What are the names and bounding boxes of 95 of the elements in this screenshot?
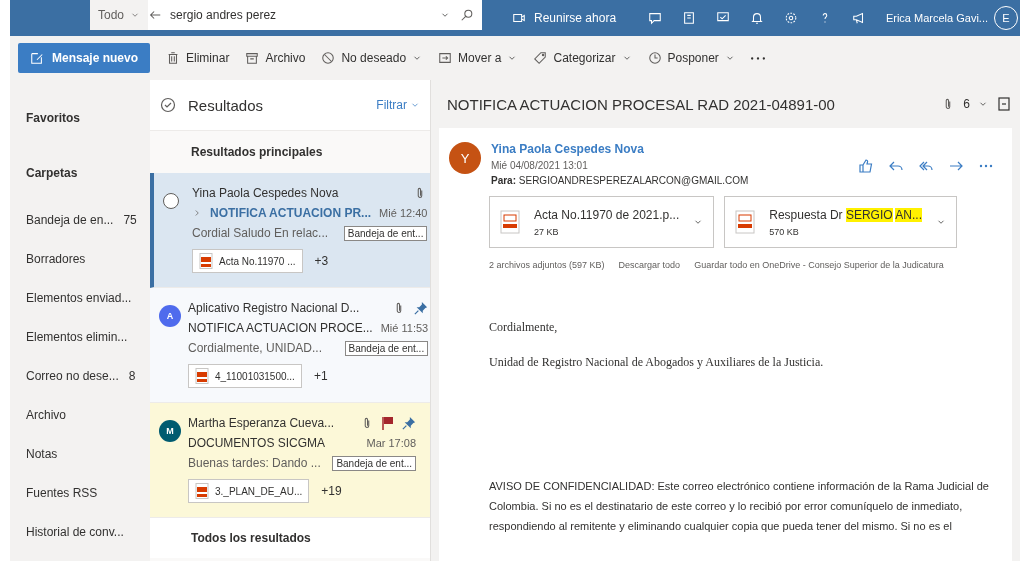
select-all-icon <box>160 97 176 113</box>
folder-item[interactable]: Notas <box>26 446 58 461</box>
message-date: Mié 12:40 <box>379 207 428 219</box>
message-preview: Cordialmente, UNIDAD... <box>188 341 324 355</box>
attachment-card[interactable]: Respuesta Dr SERGIO AN... 570 KB <box>724 196 957 248</box>
search-icon <box>460 8 474 22</box>
sender-name: Yina Paola Cespedes Nova <box>192 186 340 200</box>
reading-pane-icon <box>996 96 1012 112</box>
pin-icon[interactable] <box>402 416 416 430</box>
message-subject: NOTIFICA ACTUACION PROCE... <box>188 321 373 335</box>
section-header: Todos los resultados <box>191 531 311 545</box>
folder-item[interactable]: Bandeja de en... <box>26 212 114 227</box>
email-subject: NOTIFICA ACTUACION PROCESAL RAD 2021-04891-00 <box>447 95 836 113</box>
message-subject: DOCUMENTOS SICGMA <box>188 436 327 450</box>
thumbs-up-icon <box>858 158 874 174</box>
unread-count: 75 <box>123 212 137 227</box>
body-paragraph: Unidad de Registro Nacional de Abogados y Auxiliares de la Justicia. <box>489 355 825 370</box>
folder-item[interactable]: Historial de conv... <box>26 524 124 539</box>
archive-icon <box>245 51 260 65</box>
toolbar-button[interactable]: Posponer <box>647 51 735 65</box>
select-radio[interactable] <box>163 193 179 209</box>
toolbar-button[interactable]: No deseado <box>321 51 423 65</box>
chat-icon <box>648 11 663 25</box>
message-subject: NOTIFICA ACTUACION PR... <box>210 206 372 220</box>
unread-count: 8 <box>128 368 136 383</box>
save-onedrive-link[interactable]: Guardar todo en OneDrive - Consejo Superior de la Judicatura <box>694 260 944 270</box>
folder-item[interactable]: Correo no dese... <box>26 368 119 383</box>
body-paragraph: Cordialmente, <box>489 320 559 335</box>
list-title: Resultados <box>188 96 265 114</box>
message-item[interactable]: A Aplicativo Registro Nacional D... NOTIFICA ACTUACION PROCE... Mié 11:53 Cordialmente, UNIDAD... Bandeja de ent... 4_11001031500... +1 <box>150 288 430 403</box>
message-preview: Buenas tardes: Dando ... <box>188 456 322 470</box>
attachment-chip[interactable]: 4_11001031500... <box>188 364 302 388</box>
sender-name: Aplicativo Registro Nacional D... <box>188 301 361 315</box>
user-name[interactable]: Erica Marcela Gavi... <box>885 12 988 24</box>
more-attachments-count: +19 <box>321 484 342 498</box>
pdf-file-icon <box>735 210 756 234</box>
search-query[interactable]: sergio andres perez <box>162 8 440 22</box>
to-label: Para: <box>491 175 516 186</box>
body-paragraph: AVISO DE CONFIDENCIALIDAD: Este correo electrónico contiene información de la Rama Judicial de Colombia. Si no es el destinatario de este correo y lo recibió por error comuníquelo de inmediato, respondiendo al remitente y eliminando cualquier copia que pueda tener del mismo. Si no es el <box>489 479 990 534</box>
folder-item[interactable]: Archivo <box>26 407 66 422</box>
recipient-address: SERGIOANDRESPEREZALARCON@GMAIL.COM <box>518 175 749 186</box>
message-date: Mié 11:53 <box>380 322 429 334</box>
nav-header[interactable]: Carpetas <box>26 165 78 180</box>
attachment-count[interactable]: 6 <box>963 97 970 111</box>
sender-name[interactable]: Yina Paola Cespedes Nova <box>491 142 749 156</box>
email-date: Mié 04/08/2021 13:01 <box>491 160 589 171</box>
folder-item[interactable]: Elementos elimin... <box>26 329 128 344</box>
nav-header[interactable]: Favoritos <box>26 110 80 125</box>
more-attachments-count: +1 <box>313 369 328 383</box>
pdf-file-icon <box>500 210 520 234</box>
move-icon <box>438 51 453 65</box>
filter-button[interactable]: Filtrar <box>376 98 420 112</box>
more-attachments-count: +3 <box>314 254 329 268</box>
message-item[interactable]: M Martha Esperanza Cueva... DOCUMENTOS SICGMA Mar 17:08 Buenas tardes: Dando ... Bandeja de ent... 3._PLAN_DE_AU... +19 <box>150 403 430 518</box>
sender-avatar: A <box>159 305 181 327</box>
search-field[interactable]: Todo sergio andres perez <box>90 0 482 30</box>
settings-icon <box>784 11 799 25</box>
toolbar-button[interactable]: Archivo <box>245 51 306 65</box>
new-message-button[interactable]: Mensaje nuevo <box>18 43 151 73</box>
clock-icon <box>647 51 662 65</box>
sender-avatar: M <box>159 420 181 442</box>
message-date: Mar 17:08 <box>366 437 416 449</box>
section-header: Resultados principales <box>191 145 323 159</box>
pdf-file-icon <box>199 253 213 269</box>
folder-item[interactable]: Fuentes RSS <box>26 485 98 500</box>
folder-tag: Bandeja de ent... <box>344 340 429 356</box>
attachments-summary: 2 archivos adjuntos (597 KB) <box>489 260 605 270</box>
pin-icon[interactable] <box>414 301 429 315</box>
back-arrow-icon <box>148 8 163 22</box>
folder-tag: Bandeja de ent... <box>332 455 416 471</box>
video-camera-icon <box>512 11 526 25</box>
tag-icon <box>533 51 548 65</box>
compose-icon <box>30 51 44 65</box>
document-icon <box>682 11 697 25</box>
attachment-chip[interactable]: Acta No.11970 ... <box>192 249 303 273</box>
sender-name: Martha Esperanza Cueva... <box>188 416 336 430</box>
folder-item[interactable]: Elementos enviad... <box>26 290 132 305</box>
pdf-file-icon <box>195 483 209 499</box>
block-icon <box>321 51 336 65</box>
message-preview: Cordial Saludo En relac... <box>192 226 330 240</box>
meet-now-link[interactable]: Reunirse ahora <box>534 11 617 25</box>
folder-item[interactable]: Borradores <box>26 251 86 266</box>
message-item[interactable]: Yina Paola Cespedes Nova NOTIFICA ACTUACION PR... Mié 12:40 Cordial Saludo En relac... Bandeja de ent... Acta No.11970 ... +3 <box>150 173 430 288</box>
pdf-file-icon <box>195 368 209 384</box>
toolbar-button[interactable]: Eliminar <box>166 51 230 65</box>
toolbar-button[interactable]: Categorizar <box>533 51 632 65</box>
download-all-link[interactable]: Descargar todo <box>618 260 681 270</box>
bell-icon <box>750 11 765 25</box>
toolbar-button[interactable]: Mover a <box>438 51 518 65</box>
folder-tag: Bandeja de ent... <box>343 225 428 241</box>
sender-avatar: Y <box>449 142 481 174</box>
attachment-chip[interactable]: 3._PLAN_DE_AU... <box>188 479 310 503</box>
flag-icon[interactable] <box>382 416 394 430</box>
attachment-card[interactable]: Acta No.11970 de 2021.p... 27 KB <box>489 196 715 248</box>
more-icon[interactable] <box>750 56 765 60</box>
